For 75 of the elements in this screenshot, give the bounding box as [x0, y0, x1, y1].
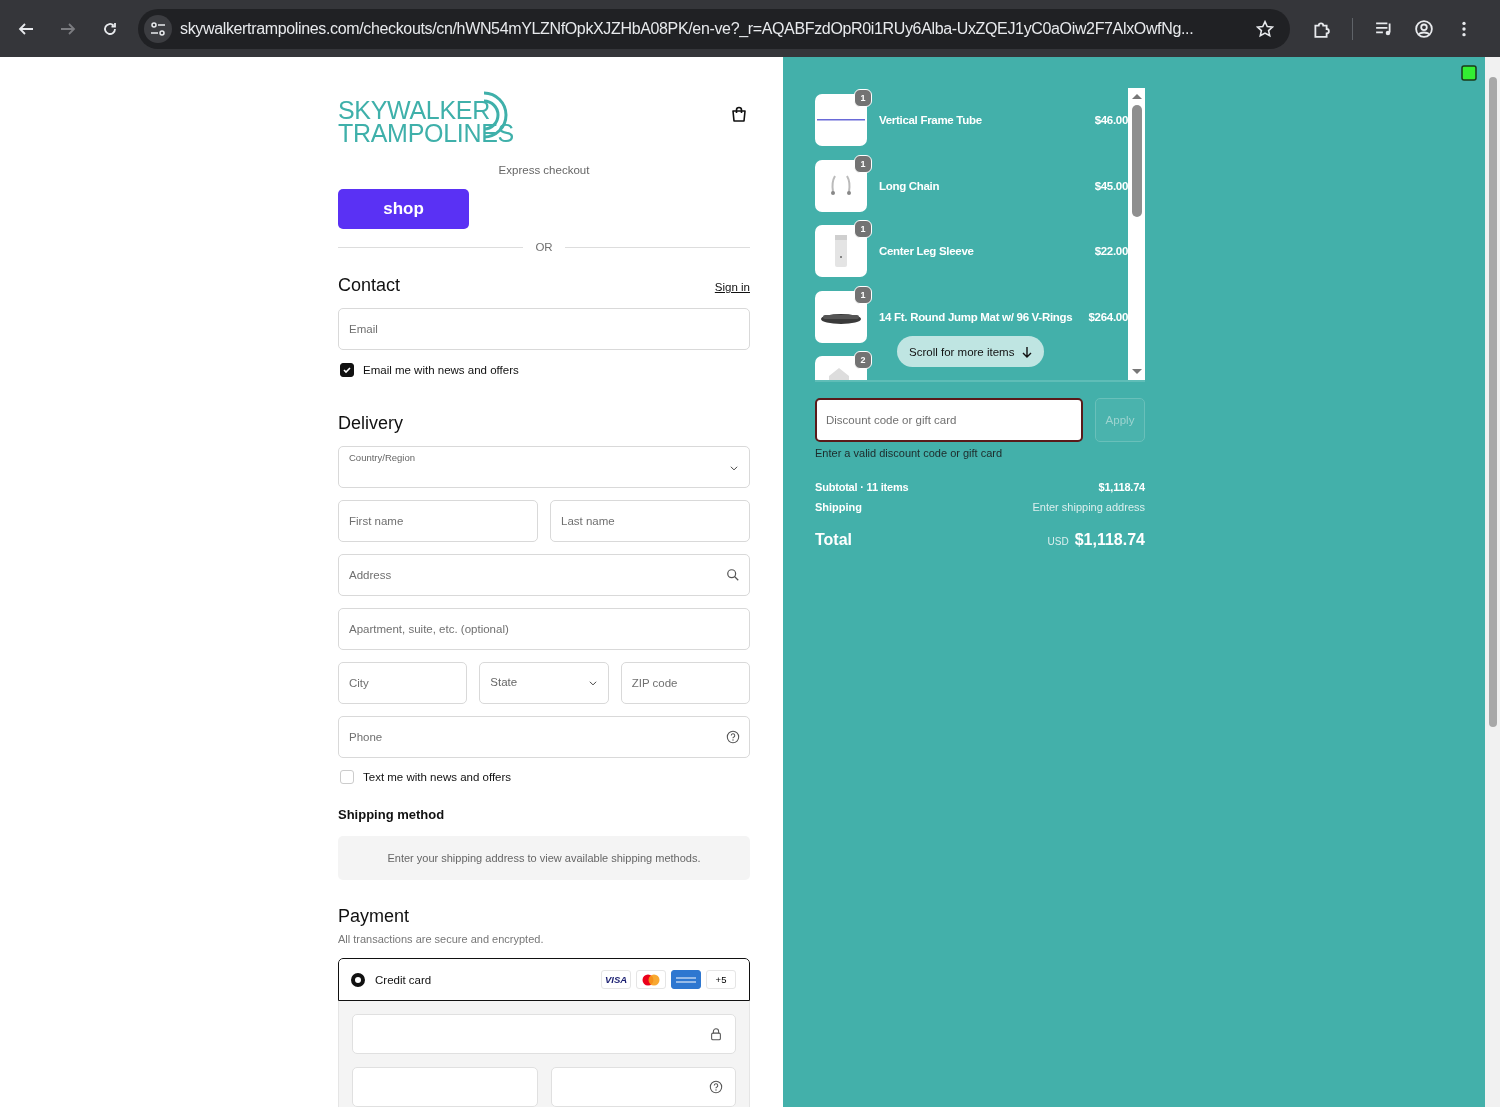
- quantity-badge: 1: [854, 89, 872, 107]
- express-checkout-label: Express checkout: [497, 164, 591, 176]
- section-heading: Contact: [338, 275, 401, 296]
- currency-code: USD: [1047, 536, 1069, 547]
- lock-icon: [709, 1027, 723, 1041]
- item-name: 14 Ft. Round Jump Mat w/ 96 V-Rings: [879, 310, 1074, 323]
- checkbox[interactable]: [340, 363, 354, 377]
- item-price: $46.00: [1094, 114, 1128, 126]
- quantity-badge: 1: [854, 154, 872, 173]
- checkbox-label: Email me with news and offers: [363, 364, 519, 376]
- profile-icon[interactable]: [1415, 19, 1433, 38]
- input-field[interactable]: City: [338, 662, 468, 704]
- list-scrollbar[interactable]: [1128, 88, 1145, 380]
- media-control-icon[interactable]: [1375, 19, 1393, 38]
- summary-label: Shipping: [815, 501, 863, 513]
- quantity-badge: 1: [854, 220, 872, 238]
- error-message: Enter a valid discount code or gift card: [815, 447, 1004, 459]
- url-text: skywalkertrampolines.com/checkouts/cn/hWN54mYLZNfOpkXJZHbA08PK/en-ve?_r=AQABFzdOpR0i1RUy6Alba-UxZQEJ1yC0aOiw2F7AlxOwfNg...: [180, 19, 1195, 38]
- payment-option-label: Credit card: [375, 973, 433, 986]
- item-name: Long Chain: [879, 179, 941, 192]
- item-price: $264.00: [1088, 310, 1128, 323]
- input-field[interactable]: Last name: [550, 500, 750, 542]
- checkbox-label: Text me with news and offers: [363, 771, 512, 783]
- email-field[interactable]: Email: [338, 308, 750, 350]
- quantity-badge: 2: [854, 351, 872, 369]
- select-field[interactable]: State: [479, 662, 609, 704]
- quantity-badge: 1: [854, 285, 872, 304]
- extension-indicator-icon: [1461, 65, 1477, 81]
- input-field[interactable]: ZIP code: [620, 662, 750, 704]
- shipping-notice: Enter your shipping address to view available shipping methods.: [338, 836, 750, 880]
- item-name: Vertical Frame Tube: [879, 114, 983, 126]
- help-icon[interactable]: [709, 1080, 723, 1094]
- page-scrollbar[interactable]: [1485, 57, 1500, 1107]
- reload-icon[interactable]: [102, 20, 118, 37]
- more-cards-badge: +5: [706, 970, 736, 989]
- input-field[interactable]: Address: [338, 554, 750, 596]
- summary-label: Subtotal · 11 items: [815, 481, 909, 493]
- sign-in-link[interactable]: Sign in: [714, 281, 750, 293]
- input-field[interactable]: Phone: [338, 716, 750, 758]
- item-price: $22.00: [1094, 245, 1128, 257]
- help-icon[interactable]: [726, 730, 740, 744]
- checkmark-icon: [342, 365, 352, 375]
- bookmark-star-icon[interactable]: [1256, 19, 1274, 38]
- card-stripes-icon: [675, 975, 697, 984]
- item-name: Center Leg Sleeve: [879, 245, 975, 257]
- site-settings-icon[interactable]: [150, 20, 166, 37]
- payment-subtitle: All transactions are secure and encrypted.: [338, 933, 545, 945]
- summary-label: Total: [815, 531, 853, 549]
- chevron-down-icon: [587, 678, 598, 688]
- section-heading: Shipping method: [338, 807, 446, 822]
- scroll-more-button[interactable]: Scroll for more items: [897, 336, 1045, 367]
- arrow-down-icon: [1022, 345, 1033, 358]
- summary-value: Enter shipping address: [1032, 501, 1145, 513]
- discount-field[interactable]: Discount code or gift card: [815, 398, 1083, 442]
- summary-value: $1,118.74: [1098, 481, 1145, 493]
- section-heading: Delivery: [338, 413, 404, 434]
- radio-button[interactable]: [351, 972, 365, 987]
- search-icon[interactable]: [726, 568, 740, 582]
- input-field[interactable]: Apartment, suite, etc. (optional): [338, 608, 750, 650]
- address-bar[interactable]: skywalkertrampolines.com/checkouts/cn/hWN54mYLZNfOpkXJZHbA08PK/en-ve?_r=AQABFzdOpR0i1RUy6Alba-UxZQEJ1yC0aOiw2F7AlxOwfNg...: [138, 8, 1290, 49]
- select-field[interactable]: Country/Region: [338, 446, 750, 488]
- summary-value: $1,118.74: [1074, 531, 1145, 548]
- item-price: $45.00: [1094, 179, 1128, 192]
- visa-card-logo: VISA: [601, 970, 631, 989]
- section-heading: Payment: [338, 906, 411, 927]
- chevron-down-icon: [729, 463, 739, 473]
- mastercard-logo-icon: [641, 973, 661, 986]
- cart-icon[interactable]: [730, 105, 748, 125]
- divider-label: OR: [535, 241, 553, 253]
- card-input-field[interactable]: [550, 1067, 736, 1107]
- back-icon[interactable]: [18, 20, 34, 37]
- shop-pay-button[interactable]: shop: [338, 189, 469, 229]
- card-input-field[interactable]: [352, 1067, 538, 1107]
- input-field[interactable]: First name: [338, 500, 538, 542]
- card-input-field[interactable]: [352, 1014, 736, 1054]
